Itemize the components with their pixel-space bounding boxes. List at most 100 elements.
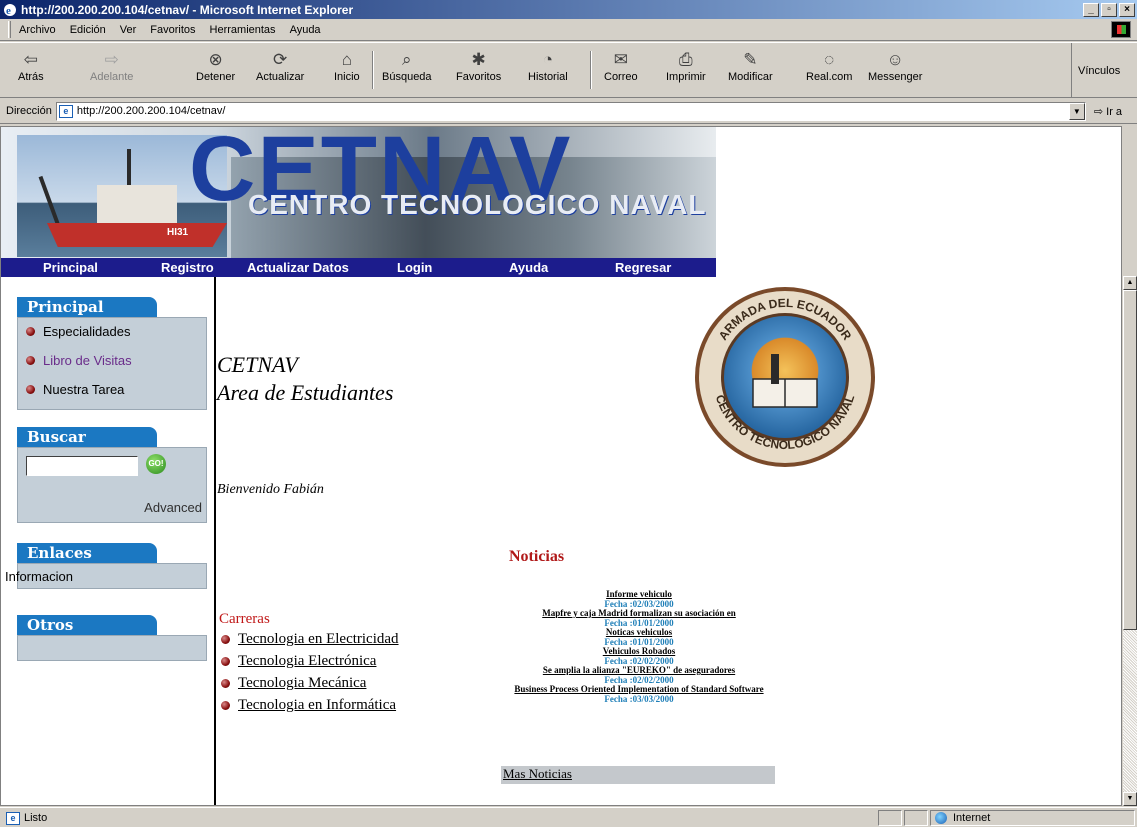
page-title-line1: CETNAV: [217, 352, 298, 377]
forward-button[interactable]: ⇨ Adelante: [90, 49, 133, 93]
menu-herramientas[interactable]: Herramientas: [210, 24, 276, 36]
carrera-mecanica[interactable]: Tecnologia Mecánica: [221, 675, 366, 692]
realcom-icon: ◌: [824, 50, 835, 69]
carrera-link[interactable]: Tecnologia en Informática: [238, 697, 396, 714]
messenger-button[interactable]: ☺ Messenger: [868, 49, 922, 93]
search-input[interactable]: [26, 456, 138, 476]
more-news-label: Mas Noticias: [503, 766, 572, 781]
globe-icon: [935, 812, 947, 824]
nav-regresar[interactable]: Regresar: [615, 260, 671, 275]
menu-archivo[interactable]: Archivo: [19, 24, 56, 36]
favorites-label: Favoritos: [456, 71, 502, 83]
edit-button[interactable]: ✎ Modificar: [728, 49, 773, 93]
go-button[interactable]: ⇨ Ir a: [1094, 105, 1122, 118]
menubar-grip[interactable]: [8, 21, 11, 38]
news-item[interactable]: Mapfre y caja Madrid formalizan su asoci…: [501, 609, 777, 629]
menu-edicion[interactable]: Edición: [70, 24, 106, 36]
scroll-down-button[interactable]: ▼: [1123, 792, 1137, 806]
nav-actualizar-datos[interactable]: Actualizar Datos: [247, 260, 349, 275]
windows-logo-icon: [1111, 21, 1131, 38]
carrera-electronica[interactable]: Tecnologia Electrónica: [221, 653, 376, 670]
nav-principal[interactable]: Principal: [43, 260, 98, 275]
news-item[interactable]: Informe vehiculo Fecha :02/03/2000: [501, 590, 777, 610]
buscar-box-title: Buscar: [17, 427, 157, 447]
page-icon: e: [58, 104, 73, 118]
news-item[interactable]: Vehiculos Robados Fecha :02/02/2000: [501, 647, 777, 667]
toolbar-separator: [590, 51, 592, 89]
news-title[interactable]: Mapfre y caja Madrid formalizan su asoci…: [501, 609, 777, 618]
bullet-icon: [221, 679, 230, 688]
top-nav: Principal Registro Actualizar Datos Logi…: [1, 258, 716, 277]
carrera-link[interactable]: Tecnologia en Electricidad: [238, 631, 399, 648]
history-button[interactable]: ◔ Historial: [528, 49, 568, 93]
sidebar-divider: [214, 277, 216, 805]
advanced-search-link[interactable]: Advanced: [144, 500, 202, 515]
maximize-button[interactable]: ▫: [1101, 2, 1117, 17]
carrera-informatica[interactable]: Tecnologia en Informática: [221, 697, 396, 714]
bullet-icon: [221, 635, 230, 644]
bullet-icon: [26, 385, 35, 394]
carrera-link[interactable]: Tecnologia Mecánica: [238, 675, 366, 692]
address-input[interactable]: e http://200.200.200.104/cetnav/ ▼: [55, 101, 1086, 121]
close-button[interactable]: ×: [1119, 2, 1135, 17]
nav-ayuda[interactable]: Ayuda: [509, 260, 548, 275]
nav-registro[interactable]: Registro: [161, 260, 214, 275]
realcom-button[interactable]: ◌ Real.com: [806, 49, 852, 93]
sidebar-item-libro-visitas[interactable]: Libro de Visitas: [26, 353, 132, 368]
address-url: http://200.200.200.104/cetnav/: [76, 105, 226, 117]
news-item[interactable]: Noticas vehiculos Fecha :01/01/2000: [501, 628, 777, 648]
address-dropdown-button[interactable]: ▼: [1068, 102, 1085, 120]
page-title: CETNAV Area de Estudiantes: [217, 351, 393, 407]
news-title[interactable]: Business Process Oriented Implementation…: [501, 685, 777, 694]
sidebar-item-label: Libro de Visitas: [43, 353, 132, 368]
scroll-up-button[interactable]: ▲: [1123, 276, 1137, 290]
print-label: Imprimir: [666, 71, 706, 83]
search-icon: ⌕: [402, 50, 412, 69]
carrera-electricidad[interactable]: Tecnologia en Electricidad: [221, 631, 399, 648]
bullet-icon: [221, 657, 230, 666]
more-news-link[interactable]: Mas Noticias: [501, 766, 775, 784]
news-item[interactable]: Business Process Oriented Implementation…: [501, 685, 777, 705]
print-button[interactable]: ⎙ Imprimir: [666, 49, 706, 93]
mail-button[interactable]: ✉ Correo: [604, 49, 638, 93]
search-button[interactable]: ⌕ Búsqueda: [382, 49, 432, 93]
refresh-button[interactable]: ⟳ Actualizar: [256, 49, 304, 93]
go-label: Ir a: [1106, 105, 1123, 118]
stop-button[interactable]: ⊗ Detener: [196, 49, 235, 93]
minimize-button[interactable]: _: [1083, 2, 1099, 17]
nav-login[interactable]: Login: [397, 260, 432, 275]
edit-label: Modificar: [728, 71, 773, 83]
news-title[interactable]: Vehiculos Robados: [501, 647, 777, 656]
news-item[interactable]: Se amplia la alianza "EUREKO" de asegura…: [501, 666, 777, 686]
favorites-button[interactable]: ✱ Favoritos: [456, 49, 501, 93]
news-title[interactable]: Noticas vehiculos: [501, 628, 777, 637]
edit-icon: ✎: [743, 50, 758, 69]
scroll-thumb[interactable]: [1123, 290, 1137, 630]
otros-box-title: Otros: [17, 615, 157, 635]
history-icon: ◔: [542, 50, 553, 69]
sidebar-item-nuestra-tarea[interactable]: Nuestra Tarea: [26, 382, 124, 397]
search-go-button[interactable]: GO!: [146, 454, 166, 474]
enlace-informacion[interactable]: Informacion: [5, 569, 73, 584]
bullet-icon: [26, 327, 35, 336]
menu-ayuda[interactable]: Ayuda: [290, 24, 321, 36]
home-icon: ⌂: [341, 50, 352, 69]
toolbar-separator: [372, 51, 374, 89]
menu-ver[interactable]: Ver: [120, 24, 137, 36]
back-button[interactable]: ⇦ Atrás: [18, 49, 44, 93]
news-title[interactable]: Se amplia la alianza "EUREKO" de asegura…: [501, 666, 777, 675]
carrera-link[interactable]: Tecnologia Electrónica: [238, 653, 376, 670]
otros-box: [17, 635, 207, 661]
links-toolbar[interactable]: Vínculos: [1071, 43, 1137, 98]
vertical-scrollbar[interactable]: ▲ ▼: [1123, 276, 1137, 806]
home-label: Inicio: [334, 71, 360, 83]
news-title[interactable]: Informe vehiculo: [501, 590, 777, 599]
home-button[interactable]: ⌂ Inicio: [334, 49, 360, 93]
page-content: HI31 CETNAV CENTRO TECNOLOGICO NAVAL Pri…: [0, 126, 1122, 806]
page-title-line2: Area de Estudiantes: [217, 380, 394, 405]
window-titlebar[interactable]: e http://200.200.200.104/cetnav/ - Micro…: [0, 0, 1137, 19]
sidebar-item-especialidades[interactable]: Especialidades: [26, 324, 130, 339]
menu-favoritos[interactable]: Favoritos: [150, 24, 195, 36]
refresh-label: Actualizar: [256, 71, 305, 83]
security-zone: Internet: [930, 810, 1135, 826]
